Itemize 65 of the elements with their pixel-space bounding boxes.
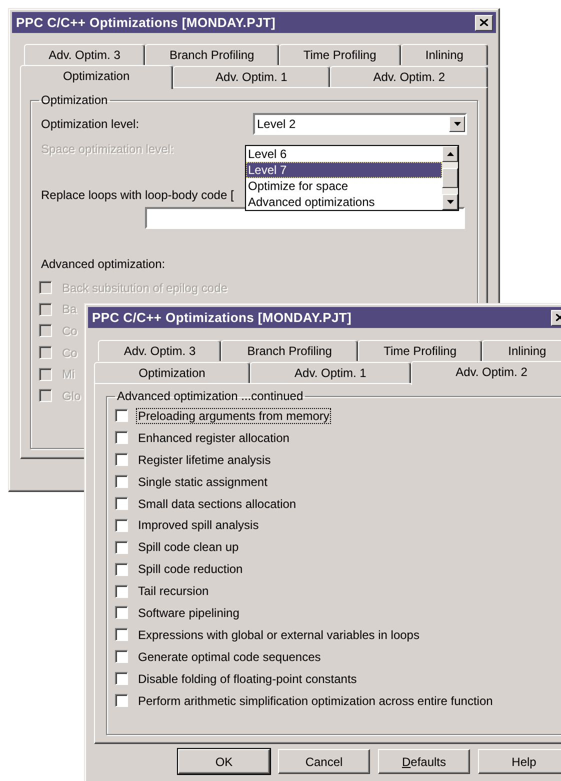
dialog-button[interactable]: Help — [478, 749, 561, 774]
option-label: Generate optimal code sequences — [137, 648, 322, 665]
option-label: Single static assignment — [137, 474, 268, 490]
dialog-button[interactable]: Cancel — [278, 749, 370, 774]
option-label: Preloading arguments from memory — [136, 408, 332, 424]
option-label: Tail recursion — [137, 583, 210, 600]
group-title: Advanced optimization ...continued — [116, 389, 304, 403]
dropdown[interactable]: Level 2 — [253, 113, 467, 135]
option-label: Register lifetime analysis — [137, 452, 272, 468]
scroll-up-button[interactable] — [442, 146, 458, 162]
dialog-button[interactable]: OK — [178, 749, 270, 774]
section-label: Advanced optimization: — [40, 256, 166, 272]
checkbox[interactable] — [115, 672, 128, 686]
checkbox[interactable] — [115, 497, 128, 510]
checkbox[interactable] — [115, 650, 128, 664]
field-label: Replace loops with loop-body code [ — [40, 187, 235, 203]
tab[interactable]: Optimization — [20, 65, 173, 89]
tab[interactable]: Adv. Optim. 1 — [250, 362, 411, 383]
option-label: Software pipelining — [137, 604, 240, 621]
tab[interactable]: Time Profiling — [358, 340, 482, 361]
tab[interactable]: Time Profiling — [278, 44, 401, 65]
checkbox[interactable] — [115, 628, 128, 642]
tab[interactable]: Adv. Optim. 2 — [410, 361, 561, 385]
option-label: Expressions with global or external variables in loops — [137, 626, 420, 643]
tab[interactable]: Adv. Optim. 3 — [24, 44, 145, 65]
option-label: Perform arithmetic simplification optimization across entire function — [137, 692, 494, 709]
tab[interactable]: Branch Profiling — [221, 340, 358, 361]
dialog-button[interactable]: Defaults — [378, 749, 470, 774]
checkbox[interactable] — [115, 562, 128, 576]
option-label: Small data sections allocation — [137, 496, 298, 512]
window-title: PPC C/C++ Optimizations [MONDAY.PJT] — [92, 310, 352, 325]
option-label: Enhanced register allocation — [137, 430, 290, 446]
dropdown-option[interactable]: Level 7 — [246, 162, 442, 178]
checkbox[interactable] — [115, 518, 128, 532]
tab[interactable]: Adv. Optim. 1 — [172, 66, 330, 87]
tab[interactable]: Adv. Optim. 2 — [330, 66, 488, 87]
checkbox[interactable] — [115, 540, 128, 554]
tab[interactable]: Inlining — [482, 340, 561, 361]
tab[interactable]: Inlining — [400, 44, 488, 65]
scrollbar[interactable] — [442, 146, 458, 210]
scrollbar-thumb[interactable] — [442, 168, 458, 188]
down-arrow-icon — [446, 200, 454, 204]
tab[interactable]: Optimization — [94, 362, 250, 383]
dropdown-button[interactable] — [449, 116, 465, 132]
group-title: Optimization — [40, 93, 109, 107]
checkbox[interactable] — [115, 475, 128, 488]
option-label: Spill code reduction — [137, 561, 244, 578]
option-label: Improved spill analysis — [137, 517, 260, 534]
tab[interactable]: Branch Profiling — [144, 44, 279, 65]
down-arrow-icon — [454, 122, 460, 126]
option-label: Disable folding of floating-point constants — [137, 670, 358, 687]
checkbox[interactable] — [115, 694, 128, 708]
field-label: Optimization level: — [40, 116, 140, 132]
checkbox[interactable] — [115, 606, 128, 620]
checkbox[interactable] — [115, 584, 128, 598]
checkbox[interactable] — [115, 409, 128, 422]
scroll-down-button[interactable] — [442, 194, 458, 210]
close-icon — [480, 19, 488, 26]
tab[interactable]: Adv. Optim. 3 — [98, 340, 222, 361]
up-arrow-icon — [446, 152, 454, 156]
checkbox[interactable] — [115, 431, 128, 444]
window-title: PPC C/C++ Optimizations [MONDAY.PJT] — [16, 15, 276, 30]
checkbox[interactable] — [115, 453, 128, 466]
close-button[interactable] — [475, 14, 493, 30]
option-label: Spill code clean up — [137, 539, 240, 556]
